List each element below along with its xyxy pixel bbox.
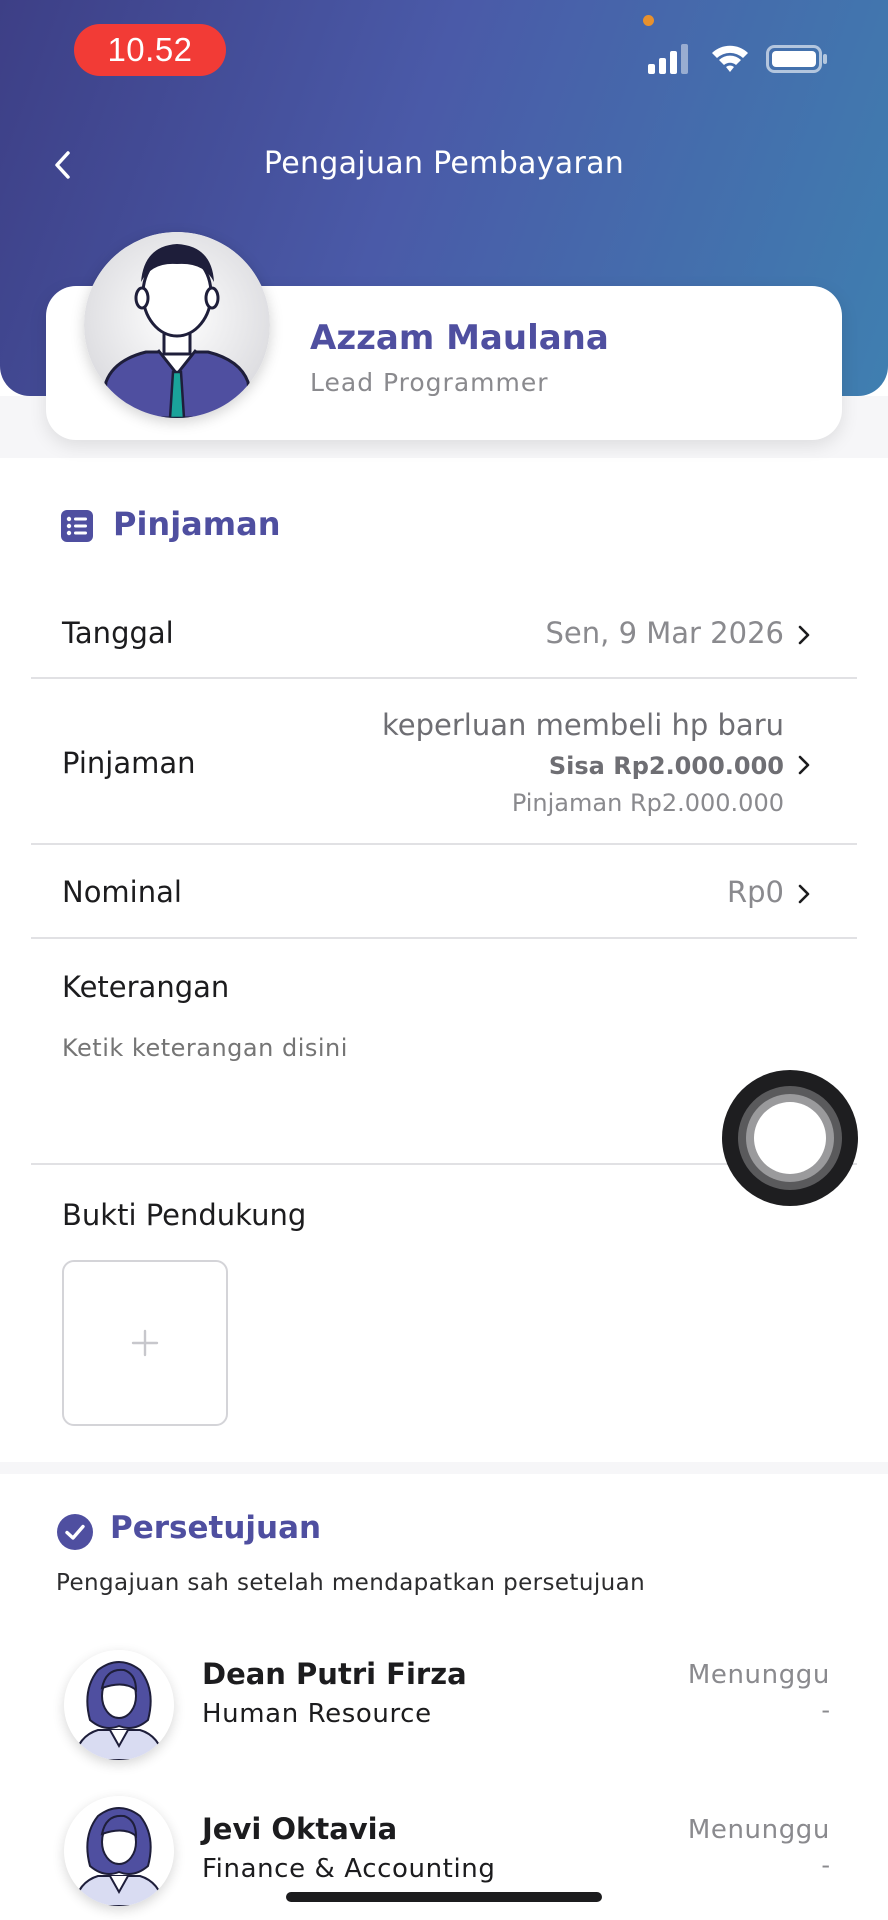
approver-role: Human Resource — [202, 1699, 432, 1729]
bukti-label: Bukti Pendukung — [62, 1198, 307, 1232]
approver-status: Menunggu — [687, 1815, 830, 1845]
female-avatar — [64, 1650, 174, 1760]
pinjaman-purpose: keperluan membeli hp baru — [382, 708, 784, 742]
approver-date: - — [821, 1851, 830, 1879]
profile-name: Azzam Maulana — [310, 318, 609, 358]
approver-date: - — [821, 1696, 830, 1724]
assistive-touch-button[interactable] — [722, 1070, 858, 1206]
keterangan-input[interactable] — [62, 1034, 662, 1062]
nominal-value: Rp0 — [726, 875, 784, 909]
nominal-label: Nominal — [62, 875, 182, 909]
approval-description: Pengajuan sah setelah mendapatkan perset… — [56, 1570, 646, 1596]
divider — [31, 843, 857, 845]
approval-title: Persetujuan — [110, 1510, 322, 1546]
pinjaman-remaining: Sisa Rp2.000.000 — [548, 752, 784, 780]
profile-avatar — [84, 232, 270, 418]
profile-role: Lead Programmer — [310, 368, 549, 397]
upload-attachment-button[interactable] — [62, 1260, 228, 1426]
chevron-right-icon — [798, 884, 810, 904]
check-circle-icon — [57, 1514, 93, 1550]
privacy-indicator-dot — [643, 15, 654, 26]
home-indicator[interactable] — [286, 1892, 602, 1902]
tanggal-label: Tanggal — [62, 616, 174, 650]
chevron-right-icon — [798, 625, 810, 645]
list-icon — [61, 510, 93, 542]
page-title: Pengajuan Pembayaran — [263, 146, 625, 181]
approver-role: Finance & Accounting — [202, 1854, 496, 1884]
wifi-icon — [712, 45, 748, 72]
section-title-pinjaman: Pinjaman — [113, 505, 281, 543]
section-separator — [0, 1462, 888, 1474]
approver-status: Menunggu — [687, 1660, 830, 1690]
divider — [31, 677, 857, 679]
chevron-right-icon — [798, 755, 810, 775]
pinjaman-total: Pinjaman Rp2.000.000 — [511, 789, 784, 817]
plus-icon — [131, 1329, 159, 1357]
tanggal-value: Sen, 9 Mar 2026 — [545, 616, 784, 650]
male-avatar-illustration — [84, 232, 270, 418]
approver-name: Dean Putri Firza — [202, 1657, 467, 1691]
signal-icon — [648, 44, 688, 74]
divider — [31, 937, 857, 939]
battery-icon — [766, 45, 827, 73]
pinjaman-label: Pinjaman — [62, 746, 196, 780]
approver-name: Jevi Oktavia — [202, 1812, 398, 1846]
keterangan-label: Keterangan — [62, 970, 230, 1004]
status-time: 10.52 — [74, 24, 226, 76]
female-avatar — [64, 1796, 174, 1906]
